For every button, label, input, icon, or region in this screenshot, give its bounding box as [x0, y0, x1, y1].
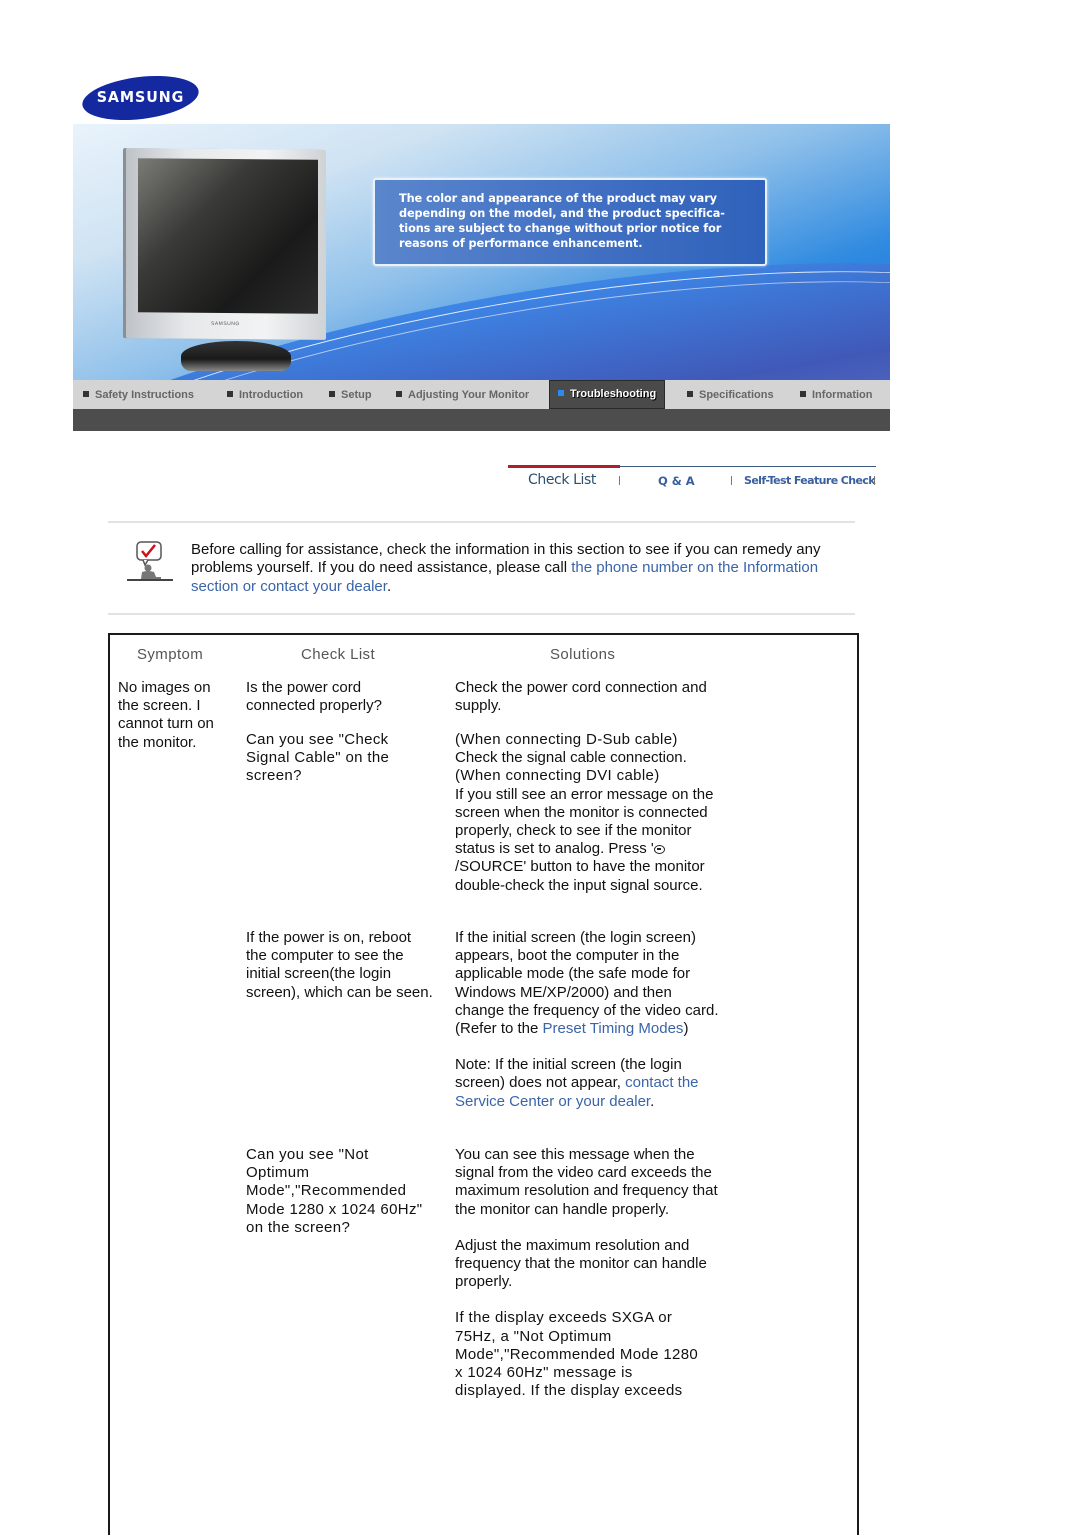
- check-cell: Can you see "Check Signal Cable" on the …: [246, 731, 390, 785]
- nav-label: Adjusting Your Monitor: [408, 389, 530, 401]
- nav-adjusting-your-monitor[interactable]: Adjusting Your Monitor: [396, 380, 529, 409]
- solution-text: If the initial screen (the login screen)…: [455, 929, 719, 1019]
- header-symptom: Symptom: [137, 646, 204, 663]
- header-banner: SAMSUNG The color and appearance of the …: [73, 124, 890, 380]
- tab-underline: [620, 466, 876, 467]
- nav-label: Safety Instructions: [95, 389, 195, 401]
- bullet-icon: [800, 391, 806, 397]
- preset-timing-modes-link[interactable]: Preset Timing Modes: [543, 1020, 684, 1037]
- active-tab-marker: [508, 465, 620, 468]
- note-line: Note: If the initial screen (the login s…: [455, 1056, 725, 1111]
- bullet-icon: [83, 391, 89, 397]
- solution-text: Adjust the maximum resolution and freque…: [455, 1236, 707, 1291]
- logo-text: SAMSUNG: [96, 88, 185, 106]
- nav-bottom-bar: [73, 409, 890, 431]
- nav-specifications[interactable]: Specifications: [687, 380, 774, 409]
- checklist-person-icon: [127, 541, 173, 581]
- symptom-cell: No images on the screen. I cannot turn o…: [118, 679, 214, 751]
- product-notice-box: The color and appearance of the product …: [373, 178, 767, 266]
- header-check-list: Check List: [301, 646, 376, 663]
- samsung-logo: SAMSUNG: [79, 70, 202, 126]
- source-button-icon: [653, 845, 665, 855]
- solution-text: If the display exceeds SXGA or 75Hz, a "…: [455, 1309, 699, 1400]
- nav-introduction[interactable]: Introduction: [227, 380, 303, 409]
- header-solutions: Solutions: [550, 646, 616, 663]
- tab-separator: [731, 476, 732, 485]
- solution-cell: You can see this message when the signal…: [455, 1146, 725, 1400]
- intro-end: .: [386, 577, 392, 595]
- bullet-icon: [687, 391, 693, 397]
- solution-cell: Check the power cord connection and supp…: [455, 679, 707, 715]
- tab-separator: [874, 476, 875, 485]
- sub-tabs: Check List Q & A Self-Test Feature Check: [508, 465, 876, 495]
- main-nav: Safety Instructions Introduction Setup A…: [73, 380, 890, 409]
- refer-line: (Refer to the Preset Timing Modes): [455, 1020, 725, 1038]
- intro-text: Before calling for assistance, check the…: [191, 541, 861, 596]
- monitor-image: SAMSUNG: [126, 146, 331, 371]
- nav-label: Setup: [341, 389, 372, 401]
- monitor-bezel: SAMSUNG: [126, 148, 326, 340]
- solution-dvi-part: /SOURCE' button to have the monitor doub…: [455, 858, 705, 894]
- solution-dvi-heading: (When connecting DVI cable): [455, 767, 660, 785]
- nav-setup[interactable]: Setup: [329, 380, 372, 409]
- nav-label: Troubleshooting: [570, 388, 657, 400]
- bullet-icon: [227, 391, 233, 397]
- solution-cell: If the initial screen (the login screen)…: [455, 929, 725, 1111]
- solution-dsub-text: Check the signal cable connection.: [455, 749, 687, 767]
- tab-separator: [619, 476, 620, 485]
- note-suffix: .: [650, 1092, 655, 1110]
- monitor-screen: [138, 158, 318, 314]
- bullet-icon: [558, 390, 564, 396]
- check-cell: Is the power cord connected properly?: [246, 679, 382, 715]
- check-cell: If the power is on, reboot the computer …: [246, 929, 433, 1001]
- product-notice-text: The color and appearance of the product …: [399, 192, 725, 250]
- bullet-icon: [396, 391, 402, 397]
- bullet-icon: [329, 391, 335, 397]
- check-cell: Can you see "Not Optimum Mode","Recommen…: [246, 1146, 423, 1236]
- monitor-stand: [181, 341, 291, 371]
- solution-cell: (When connecting D-Sub cable) Check the …: [455, 731, 725, 895]
- divider: [108, 613, 855, 615]
- tab-q-and-a[interactable]: Q & A: [658, 474, 695, 488]
- nav-safety-instructions[interactable]: Safety Instructions: [83, 380, 194, 409]
- nav-label: Specifications: [699, 389, 774, 401]
- refer-suffix: ): [683, 1020, 689, 1038]
- refer-prefix: (Refer to the: [455, 1020, 543, 1038]
- divider: [108, 521, 855, 523]
- monitor-brand: SAMSUNG: [211, 320, 240, 328]
- nav-label: Information: [812, 389, 873, 401]
- solution-text: You can see this message when the signal…: [455, 1146, 718, 1218]
- tab-self-test-feature-check[interactable]: Self-Test Feature Check: [744, 474, 876, 487]
- tab-check-list[interactable]: Check List: [528, 472, 596, 488]
- nav-information[interactable]: Information: [800, 380, 873, 409]
- nav-label: Introduction: [239, 389, 304, 401]
- solution-dvi-text: If you still see an error message on the…: [455, 786, 725, 895]
- solution-dvi-part: If you still see an error message on the…: [455, 785, 714, 858]
- solution-dsub-heading: (When connecting D-Sub cable): [455, 731, 678, 748]
- nav-troubleshooting[interactable]: Troubleshooting: [549, 380, 666, 409]
